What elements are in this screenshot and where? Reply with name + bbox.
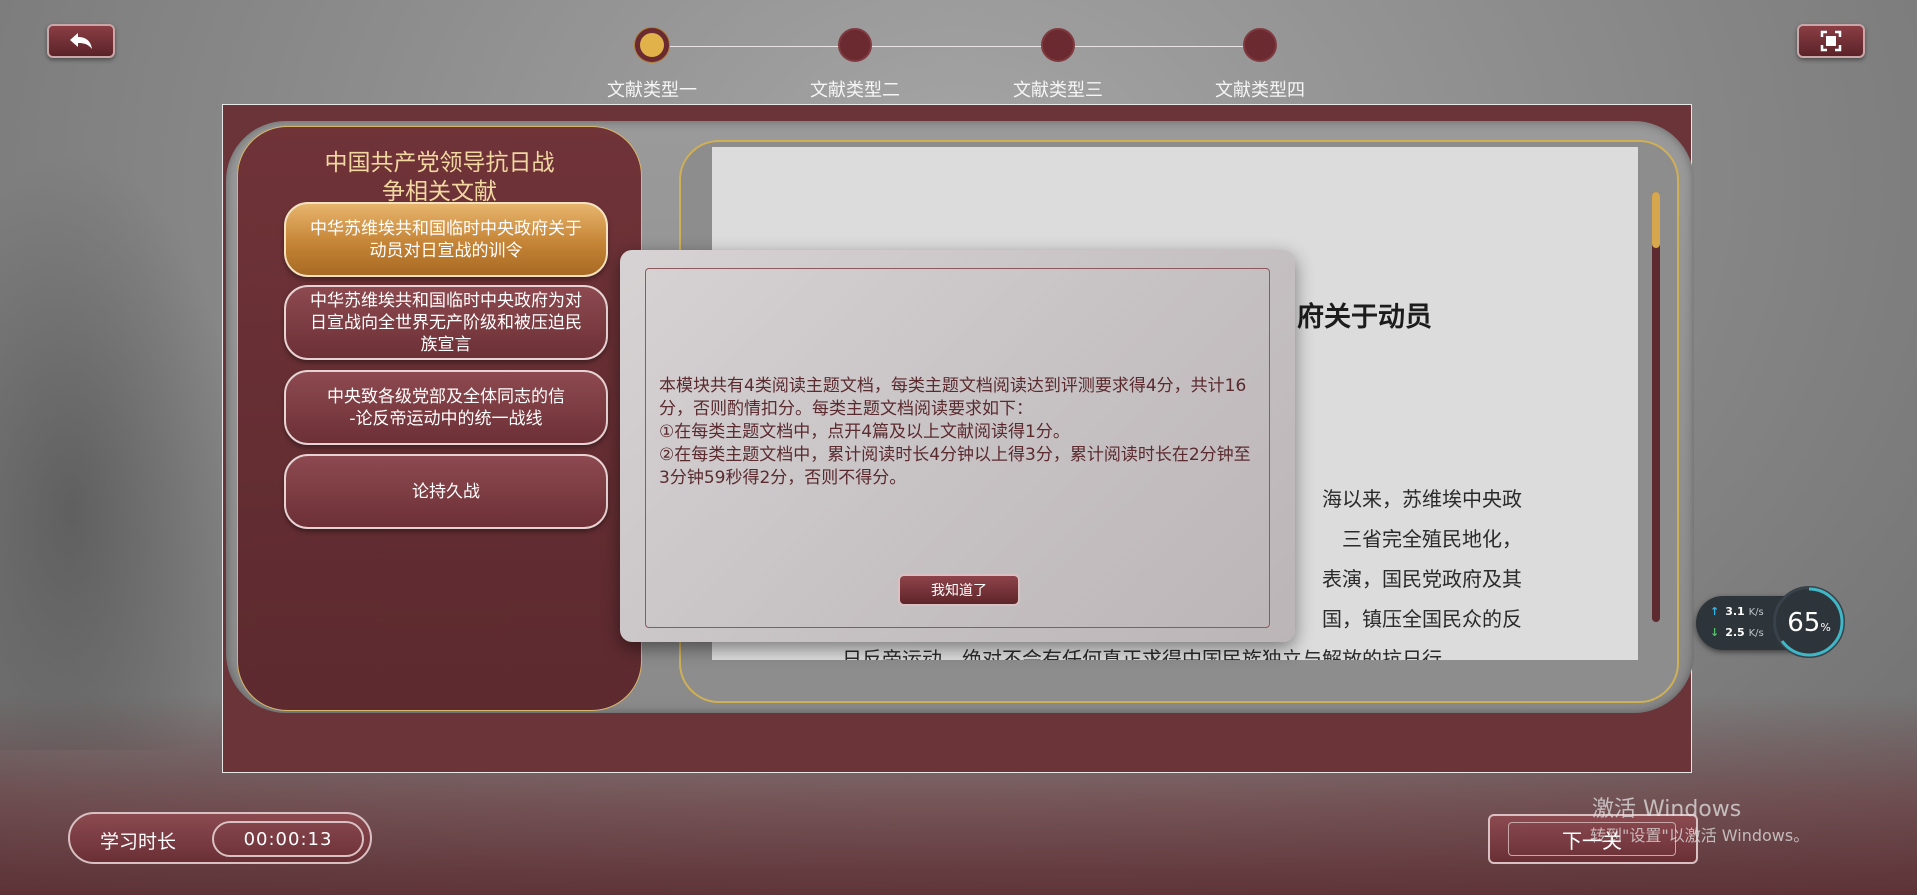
confirm-button[interactable]: 我知道了	[898, 574, 1020, 606]
background-left-shade	[0, 150, 240, 750]
dialog-paragraph: 本模块共有4类阅读主题文档，每类主题文档阅读达到评测要求得4分，共计16分，否则…	[659, 376, 1247, 419]
step-dot	[838, 28, 872, 62]
activation-watermark-subtitle: 转到"设置"以激活 Windows。	[1590, 826, 1810, 845]
step-dot-active	[635, 28, 669, 62]
download-arrow-icon: ↓	[1710, 626, 1720, 639]
reader-scrollbar[interactable]	[1652, 192, 1660, 622]
fullscreen-button[interactable]	[1797, 24, 1865, 58]
instructions-dialog: 本模块共有4类阅读主题文档，每类主题文档阅读达到评测要求得4分，共计16分，否则…	[620, 250, 1295, 642]
document-item-3[interactable]: 中央致各级党部及全体同志的信 -论反帝运动中的统一战线	[284, 370, 608, 445]
step-1[interactable]: 文献类型一	[592, 28, 712, 102]
step-4[interactable]: 文献类型四	[1200, 28, 1320, 102]
step-label: 文献类型一	[607, 80, 697, 101]
upload-arrow-icon: ↑	[1710, 605, 1720, 618]
back-button[interactable]	[47, 24, 115, 58]
dialog-paragraph: ①在每类主题文档中，点开4篇及以上文献阅读得1分。	[659, 422, 1070, 442]
timer-value: 00:00:13	[212, 821, 364, 857]
download-speed: ↓ 2.5 K/s	[1710, 626, 1764, 639]
fullscreen-icon	[1820, 30, 1842, 52]
document-list-panel: 中国共产党领导抗日战 争相关文献 中华苏维埃共和国临时中央政府关于 动员对日宣战…	[237, 126, 642, 711]
gauge-value: 65%	[1787, 608, 1831, 638]
step-dot	[1041, 28, 1075, 62]
dialog-text: 本模块共有4类阅读主题文档，每类主题文档阅读达到评测要求得4分，共计16分，否则…	[659, 375, 1259, 490]
dialog-border: 本模块共有4类阅读主题文档，每类主题文档阅读达到评测要求得4分，共计16分，否则…	[645, 268, 1270, 628]
panel-title: 中国共产党领导抗日战 争相关文献	[324, 150, 555, 205]
document-item-4[interactable]: 论持久战	[284, 454, 608, 529]
dialog-paragraph: ②在每类主题文档中，累计阅读时长4分钟以上得3分，累计阅读时长在2分钟至3分钟5…	[659, 445, 1251, 488]
back-arrow-icon	[70, 33, 92, 49]
timer-label: 学习时长	[100, 831, 177, 853]
document-item-1[interactable]: 中华苏维埃共和国临时中央政府关于 动员对日宣战的训令	[284, 202, 608, 277]
study-timer: 学习时长 00:00:13	[68, 812, 372, 864]
document-line: 日反帝运动，绝对不会有任何真正求得中国民族独立与解放的抗日行	[842, 647, 1442, 660]
activation-watermark-title: 激活 Windows	[1592, 797, 1742, 822]
usage-gauge[interactable]: 65%	[1773, 586, 1845, 658]
step-dot	[1243, 28, 1277, 62]
step-2[interactable]: 文献类型二	[795, 28, 915, 102]
scrollbar-thumb[interactable]	[1652, 192, 1660, 248]
step-label: 文献类型二	[810, 80, 900, 101]
step-3[interactable]: 文献类型三	[998, 28, 1118, 102]
upload-speed: ↑ 3.1 K/s	[1710, 605, 1764, 618]
document-item-2[interactable]: 中华苏维埃共和国临时中央政府为对 日宣战向全世界无产阶级和被压迫民 族宣言	[284, 285, 608, 360]
step-label: 文献类型三	[1013, 80, 1103, 101]
stepper-line	[652, 46, 1260, 47]
step-label: 文献类型四	[1215, 80, 1305, 101]
